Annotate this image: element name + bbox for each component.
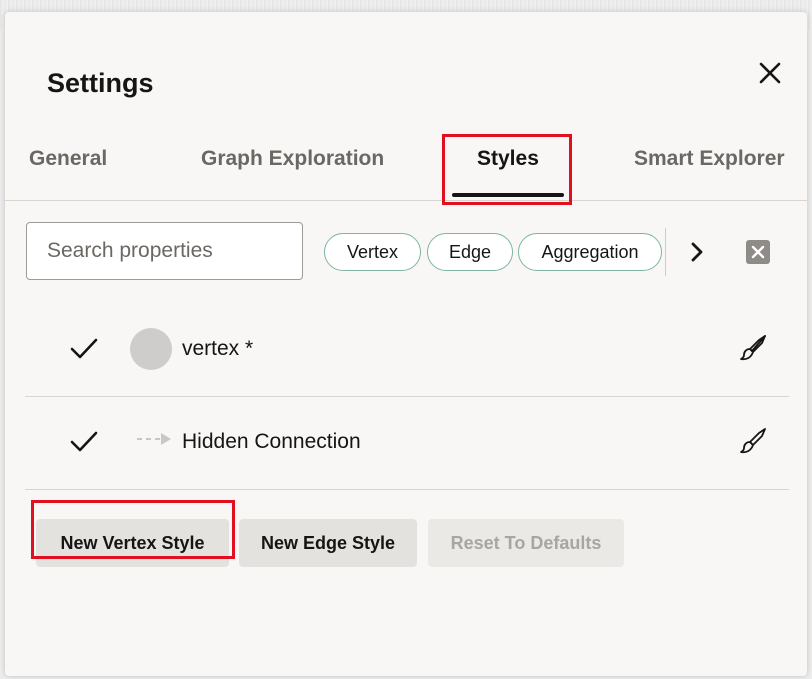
close-icon[interactable]	[755, 58, 785, 88]
vertex-swatch-icon	[130, 328, 172, 370]
settings-tabs: General Graph Exploration Styles Smart E…	[5, 137, 807, 201]
style-label: vertex *	[182, 337, 254, 360]
dialog-title: Settings	[47, 68, 154, 98]
check-icon[interactable]	[67, 334, 101, 364]
clear-filter-icon[interactable]	[745, 239, 771, 265]
style-row-hidden-connection: Hidden Connection	[25, 397, 789, 489]
chip-divider	[665, 228, 666, 276]
tab-graph-exploration[interactable]: Graph Exploration	[201, 137, 384, 200]
filter-chip-edge[interactable]: Edge	[427, 233, 513, 271]
dashed-arrow-icon	[135, 431, 175, 447]
style-label: Hidden Connection	[182, 430, 361, 453]
new-edge-style-button[interactable]: New Edge Style	[239, 519, 417, 567]
tab-smart-explorer[interactable]: Smart Explorer	[634, 137, 785, 200]
new-vertex-style-button[interactable]: New Vertex Style	[36, 519, 229, 567]
check-icon[interactable]	[67, 427, 101, 457]
search-input[interactable]	[26, 222, 303, 280]
tab-styles[interactable]: Styles	[477, 137, 539, 200]
row-divider	[25, 489, 789, 490]
filter-chip-vertex[interactable]: Vertex	[324, 233, 421, 271]
settings-dialog: Settings General Graph Exploration Style…	[5, 12, 807, 676]
brush-icon[interactable]	[738, 425, 770, 457]
reset-to-defaults-button[interactable]: Reset To Defaults	[428, 519, 624, 567]
brush-icon[interactable]	[738, 332, 770, 364]
filter-chip-aggregation[interactable]: Aggregation	[518, 233, 662, 271]
chevron-right-icon[interactable]	[683, 238, 711, 266]
style-row-vertex: vertex *	[25, 304, 789, 396]
tab-general[interactable]: General	[29, 137, 107, 200]
active-tab-indicator	[452, 193, 564, 197]
